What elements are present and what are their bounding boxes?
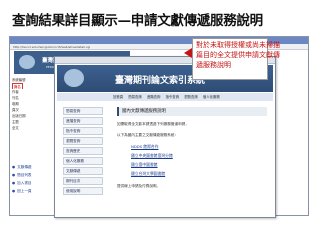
- slide-title: 查詢結果詳目顯示—申請文獻傳遞服務說明: [12, 13, 263, 29]
- service-link[interactable]: NDDS 館際合作: [131, 142, 267, 151]
- service-link[interactable]: 國立臺中圖書館: [131, 160, 267, 169]
- callout-note: 對於未取得授權或尚未掃描 篇目的全文提供申請文獻傳 遞服務說明: [192, 38, 280, 80]
- menu-item[interactable]: 瀏覽查詢: [184, 95, 198, 99]
- library-logo-icon: [19, 55, 35, 69]
- detail-label: 主題: [12, 120, 19, 124]
- sidebar-menu: 簡易查詢 進階查詢 指令查詢 瀏覽查詢 查詢歷史 個人化服務 文獻傳遞 期刊目次…: [63, 107, 103, 197]
- sidebar-item[interactable]: 文獻傳遞: [63, 167, 103, 175]
- detail-label: 系統編號: [12, 78, 26, 82]
- service-link[interactable]: 國立台灣大學圖書館: [131, 169, 267, 178]
- sidebar-item[interactable]: 瀏覽查詢: [63, 137, 103, 145]
- sidebar-item[interactable]: 使用說明: [63, 187, 103, 195]
- detail-label: 作者: [12, 90, 19, 94]
- detail-label: 頁次: [12, 108, 19, 112]
- detail-label: 全文: [12, 126, 19, 130]
- sidebar-item[interactable]: 期刊目次: [63, 177, 103, 185]
- callout-arrow-icon: [184, 48, 192, 58]
- menu-item[interactable]: 指令查詢: [166, 95, 180, 99]
- callout-line: 對於未取得授權或尚未掃描: [196, 41, 280, 49]
- sidebar-item[interactable]: 指令查詢: [63, 127, 103, 135]
- description-text: 以下為國內主要之文獻傳遞服務系統：: [117, 133, 179, 137]
- menu-item[interactable]: 個人化服務: [203, 95, 220, 99]
- detail-label: 刊名: [12, 96, 19, 100]
- sidebar-item[interactable]: 查詢歷史: [63, 147, 103, 155]
- detail-label: 卷期: [12, 102, 19, 106]
- content-title: 國內文獻傳遞服務說明: [117, 107, 267, 116]
- service-link[interactable]: 國立中央圖書館臺灣分館: [131, 151, 267, 160]
- callout-line: 遞服務說明: [196, 61, 231, 69]
- library-logo-icon: [64, 69, 84, 87]
- sidebar-item[interactable]: 簡易查詢: [63, 107, 103, 115]
- menu-item[interactable]: 回首頁: [113, 95, 123, 99]
- callout-line: 篇目的全文提供申請文獻傳: [196, 51, 280, 59]
- detail-label: 出版日期: [12, 114, 26, 118]
- menu-item[interactable]: 簡易查詢: [128, 95, 142, 99]
- menu-item[interactable]: 進階查詢: [147, 95, 161, 99]
- main-content: 國內文獻傳遞服務說明 如需取得全文影本請透過下列服務管道申請， 以下為國內主要之…: [117, 107, 267, 189]
- description-text: 提供線上申請及付費說明。: [117, 184, 161, 188]
- service-links: NDDS 館際合作 國立中央圖書館臺灣分館 國立臺中圖書館 國立台灣大學圖書館: [117, 142, 267, 178]
- top-menu: 回首頁 簡易查詢 進階查詢 指令查詢 瀏覽查詢 個人化服務: [57, 93, 273, 101]
- foreground-browser-window: 臺灣期刊論文索引系統 回首頁 簡易查詢 進階查詢 指令查詢 瀏覽查詢 個人化服務…: [54, 56, 276, 218]
- sidebar-item[interactable]: 個人化服務: [63, 157, 103, 165]
- sidebar-item[interactable]: 進階查詢: [63, 117, 103, 125]
- description-text: 如需取得全文影本請透過下列服務管道申請，: [117, 122, 189, 126]
